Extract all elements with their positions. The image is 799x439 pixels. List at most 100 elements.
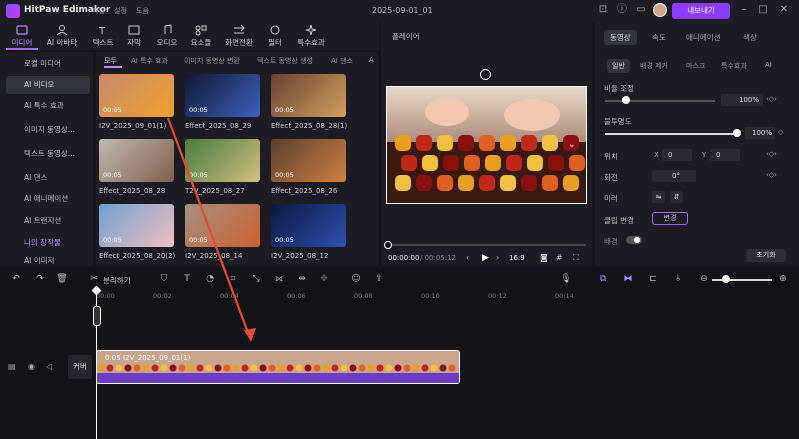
zoom-out-icon[interactable]: ⊖ — [698, 273, 710, 285]
sidebar-item-ai-animation[interactable]: AI 애니메이션 — [6, 190, 90, 208]
clip-change-button[interactable]: 변경 — [652, 212, 688, 225]
mic-icon[interactable]: 🎙 — [560, 273, 572, 285]
tab-ai-avatar[interactable]: AI 아바타 — [42, 22, 82, 50]
play-icon[interactable]: ▶ — [482, 253, 492, 263]
minimize-icon[interactable]: – — [738, 4, 750, 16]
scale-keyframe-icon[interactable]: ‹◇› — [766, 95, 777, 103]
sidebar-item-local-media[interactable]: 로컬 미디어 — [6, 55, 90, 73]
tab-elements[interactable]: 요소들 — [186, 22, 216, 50]
export-frame-icon[interactable]: ⇪ — [373, 273, 385, 285]
prop-tab-video[interactable]: 동영상 — [604, 30, 637, 45]
cart-icon[interactable]: ▭ — [635, 4, 647, 16]
zoom-knob[interactable] — [722, 275, 730, 283]
zoom-slider[interactable] — [712, 279, 772, 281]
next-frame-icon[interactable]: › — [496, 253, 506, 263]
aspect-ratio-select[interactable]: 16:9 — [509, 254, 525, 262]
prop-subtab-bg-remove[interactable]: 배경 제거 — [640, 61, 668, 71]
prop-subtab-ai[interactable]: AI — [765, 61, 772, 69]
opacity-keyframe-icon[interactable]: ◇ — [778, 128, 783, 136]
menu-file[interactable]: 파일 — [92, 6, 105, 16]
opacity-slider[interactable] — [605, 133, 737, 135]
tab-subtitle[interactable]: 자막 — [122, 22, 146, 50]
caption-icon[interactable]: ⊏ — [647, 273, 659, 285]
export-button[interactable]: 내보내기 — [672, 3, 730, 19]
cover-button[interactable]: 커버 — [68, 355, 92, 379]
prop-subtab-general[interactable]: 일반 — [607, 59, 630, 73]
track-visibility-icon[interactable]: ◉ — [28, 362, 35, 371]
tab-transition[interactable]: 화면전환 — [221, 22, 257, 50]
delete-icon[interactable]: 🗑 — [56, 273, 68, 285]
prop-subtab-effects[interactable]: 특수효과 — [721, 61, 747, 71]
opacity-value[interactable]: 100% — [745, 127, 775, 139]
y-input[interactable]: 0 — [710, 149, 740, 161]
scale-value[interactable]: 100% — [721, 94, 763, 106]
media-tab-text-to-video[interactable]: 텍스트 동영상 생성 — [257, 56, 313, 66]
timeline-clip[interactable]: 0:05 I2V_2025_09_01(1) — [96, 350, 460, 384]
fullscreen-icon[interactable]: ⛶ — [573, 253, 583, 263]
seek-bar[interactable] — [388, 244, 586, 246]
redo-icon[interactable]: ↷ — [34, 273, 46, 285]
grid-icon[interactable]: # — [556, 253, 566, 263]
user-avatar[interactable] — [653, 3, 667, 17]
media-tab-more[interactable]: A — [369, 56, 378, 64]
background-toggle[interactable] — [626, 236, 642, 244]
prop-subtab-mask[interactable]: 마스크 — [686, 61, 705, 71]
playhead-marker[interactable] — [93, 306, 101, 326]
position-keyframe-icon[interactable]: ‹◇› — [766, 150, 777, 158]
sidebar-item-ai-effects[interactable]: AI 특수 효과 — [6, 97, 90, 115]
sidebar-item-ai-image[interactable]: AI 이미지 — [6, 256, 90, 266]
sidebar-item-image-to-video[interactable]: 이미지 동영상... — [6, 121, 90, 139]
link-icon[interactable]: ⧉ — [597, 273, 609, 285]
snap-icon[interactable]: ⫰ — [672, 273, 684, 285]
info-icon[interactable]: ⓘ — [616, 4, 628, 16]
x-input[interactable]: 0 — [662, 149, 692, 161]
rotation-keyframe-icon[interactable]: ‹◇› — [766, 171, 777, 179]
tab-effects[interactable]: 특수효과 — [293, 22, 329, 50]
sidebar-item-my-creations[interactable]: 나의 창작물 — [6, 234, 90, 252]
media-tab-all[interactable]: 모두 — [104, 56, 117, 66]
video-preview[interactable] — [386, 86, 587, 204]
media-tab-ai-effects[interactable]: AI 특수 효과 — [131, 56, 168, 66]
seek-knob[interactable] — [384, 241, 392, 249]
media-thumbnail[interactable]: 00:05 — [271, 139, 346, 182]
tab-media[interactable]: 미디어 — [5, 22, 39, 50]
move-icon[interactable]: ✥ — [318, 273, 330, 285]
reset-button[interactable]: 초기화 — [746, 249, 786, 262]
opacity-knob[interactable] — [733, 129, 741, 137]
media-tab-ai-dance[interactable]: AI 댄스 — [331, 56, 353, 66]
media-tab-image-to-video[interactable]: 이미지 동영상 변환 — [184, 56, 240, 66]
menu-help[interactable]: 도움 — [136, 6, 149, 16]
media-thumbnail[interactable]: 00:05 — [271, 74, 346, 117]
face-icon[interactable]: ☺ — [350, 273, 362, 285]
sidebar-item-ai-video[interactable]: AI 비디오 — [6, 76, 90, 94]
rotation-input[interactable]: 0° — [652, 170, 696, 182]
snapshot-icon[interactable]: ◙ — [540, 253, 550, 263]
close-icon[interactable]: ✕ — [778, 4, 790, 16]
mirror-tool-icon[interactable]: ⟗ — [273, 273, 285, 285]
track-storage-icon[interactable]: ▤ — [8, 362, 16, 371]
sidebar-item-ai-dance[interactable]: AI 댄스 — [6, 169, 90, 187]
undo-icon[interactable]: ↶ — [10, 273, 22, 285]
tab-filter[interactable]: 필터 — [262, 22, 288, 50]
flip-vertical-icon[interactable]: ⇵ — [670, 191, 683, 203]
notification-icon[interactable]: ⊡ — [597, 4, 609, 16]
rotate-handle-icon[interactable] — [480, 69, 491, 80]
maximize-icon[interactable]: □ — [757, 4, 769, 16]
zoom-in-icon[interactable]: ⊕ — [777, 273, 789, 285]
prop-tab-speed[interactable]: 속도 — [652, 32, 666, 43]
collapse-icon[interactable]: ⌄ — [568, 140, 578, 150]
sidebar-item-text-to-video[interactable]: 텍스트 동영상... — [6, 145, 90, 163]
menu-settings[interactable]: 설정 — [114, 6, 127, 16]
split-icon[interactable]: ✂ — [88, 273, 100, 285]
media-thumbnail[interactable]: 00:05 — [271, 204, 346, 247]
track-mute-icon[interactable]: ◁ — [46, 362, 52, 371]
magnet-icon[interactable]: ⧓ — [622, 273, 634, 285]
flip-horizontal-icon[interactable]: ⇋ — [652, 191, 665, 203]
tab-audio[interactable]: 오디오 — [152, 22, 182, 50]
sidebar-item-ai-transition[interactable]: AI 트랜지션 — [6, 212, 90, 230]
scale-knob[interactable] — [622, 96, 630, 104]
split-label[interactable]: 분리하기 — [103, 275, 131, 286]
tab-text[interactable]: T 텍스트 — [88, 22, 118, 50]
prev-frame-icon[interactable]: ‹ — [466, 253, 476, 263]
flip-tool-icon[interactable]: ⇹ — [296, 273, 308, 285]
